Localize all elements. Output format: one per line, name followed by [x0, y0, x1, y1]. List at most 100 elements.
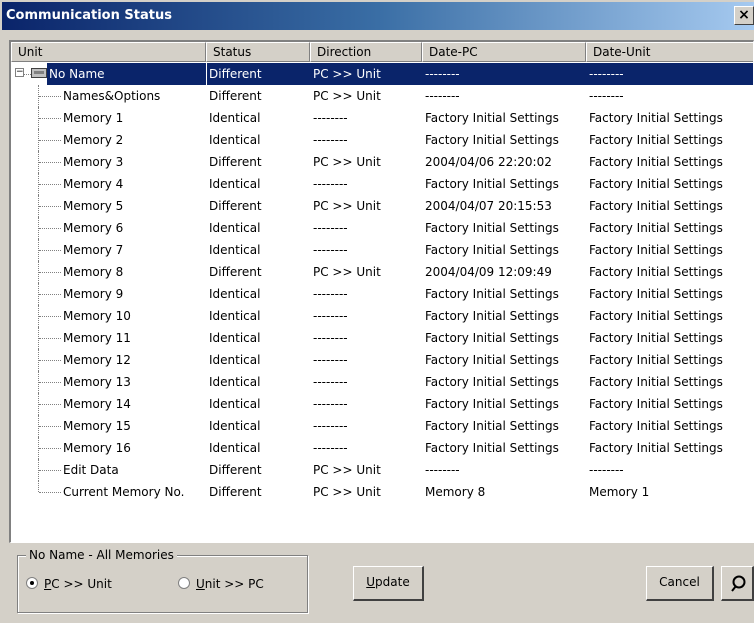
table-row[interactable]: Memory 1 Identical -------- Factory Initial… [11, 107, 753, 129]
cell-date-pc: 2004/04/07 20:15:53 [425, 199, 552, 213]
table-row[interactable]: Memory 5 Different PC >> Unit 2004/04/07 20… [11, 195, 753, 217]
help-pointer-icon [731, 575, 746, 592]
tree-connector [39, 448, 61, 449]
table-row[interactable]: Memory 4 Identical -------- Factory Initial… [11, 173, 753, 195]
update-button[interactable]: Update [353, 566, 424, 601]
table-row[interactable]: Edit Data Different PC >> Unit -------- ----… [11, 459, 753, 481]
cell-direction: -------- [313, 353, 348, 367]
column-header-unit[interactable]: Unit [11, 42, 206, 62]
table-row[interactable]: Memory 10 Identical -------- Factory Initia… [11, 305, 753, 327]
cell-status: Identical [209, 111, 261, 125]
table-row[interactable]: Memory 11 Identical -------- Factory Initia… [11, 327, 753, 349]
cell-status: Different [209, 265, 262, 279]
table-row[interactable]: − No Name Different PC >> Unit -------- -----… [11, 63, 753, 85]
cell-date-unit: Factory Initial Settings [589, 331, 723, 345]
cell-direction: -------- [313, 243, 348, 257]
tree-connector [39, 492, 61, 493]
table-row[interactable]: Memory 16 Identical -------- Factory Initia… [11, 437, 753, 459]
cell-date-unit: Factory Initial Settings [589, 155, 723, 169]
tree-connector [39, 184, 61, 185]
cell-status: Different [209, 89, 262, 103]
table-row[interactable]: Memory 8 Different PC >> Unit 2004/04/09 12… [11, 261, 753, 283]
table-row[interactable]: Current Memory No. Different PC >> Unit Mem… [11, 481, 753, 503]
cell-date-pc: Factory Initial Settings [425, 375, 559, 389]
cell-unit: Memory 14 [63, 397, 131, 411]
cell-date-unit: Factory Initial Settings [589, 199, 723, 213]
cell-date-pc: Factory Initial Settings [425, 419, 559, 433]
cell-direction: PC >> Unit [313, 199, 381, 213]
tree-connector [39, 338, 61, 339]
cell-unit: No Name [47, 63, 206, 85]
cell-direction: -------- [313, 375, 348, 389]
column-header-status[interactable]: Status [206, 42, 310, 62]
table-row[interactable]: Memory 9 Identical -------- Factory Initial… [11, 283, 753, 305]
radio-dot-unchecked[interactable] [178, 577, 190, 589]
tree-connector [39, 382, 61, 383]
cell-date-pc: 2004/04/09 12:09:49 [425, 265, 552, 279]
cell-date-pc: Factory Initial Settings [425, 177, 559, 191]
title-bar: Communication Status × [2, 2, 754, 30]
cell-unit: Memory 12 [63, 353, 131, 367]
cell-status: Different [209, 485, 262, 499]
group-label: No Name - All Memories [26, 548, 177, 562]
cell-direction: PC >> Unit [313, 485, 381, 499]
cell-date-unit: Factory Initial Settings [589, 441, 723, 455]
tree-connector [39, 118, 61, 119]
tree-connector [39, 470, 61, 471]
cell-status: Identical [209, 397, 261, 411]
tree-connector [39, 316, 61, 317]
cell-direction: -------- [313, 133, 348, 147]
cell-unit: Memory 5 [63, 199, 124, 213]
cell-status: Different [209, 199, 262, 213]
unit-device-icon [31, 68, 47, 78]
column-header-date-unit[interactable]: Date-Unit [586, 42, 753, 62]
cell-date-unit: Factory Initial Settings [589, 397, 723, 411]
cell-date-pc: Factory Initial Settings [425, 133, 559, 147]
radio-dot-checked[interactable] [26, 577, 38, 589]
cell-status: Identical [209, 133, 261, 147]
cell-date-pc: -------- [425, 463, 460, 477]
cancel-button[interactable]: Cancel [646, 566, 714, 601]
column-header-date-pc[interactable]: Date-PC [422, 42, 586, 62]
table-row[interactable]: Memory 7 Identical -------- Factory Initial… [11, 239, 753, 261]
table-row[interactable]: Memory 15 Identical -------- Factory Initia… [11, 415, 753, 437]
cell-unit: Memory 13 [63, 375, 131, 389]
cell-direction: -------- [313, 221, 348, 235]
transfer-direction-group: No Name - All Memories PC >> Unit Unit >… [17, 548, 308, 613]
cell-unit: Memory 7 [63, 243, 124, 257]
radio-pc-to-unit-label: PC >> Unit [44, 577, 112, 591]
cell-date-pc: Factory Initial Settings [425, 441, 559, 455]
column-header-direction[interactable]: Direction [310, 42, 422, 62]
table-row[interactable]: Memory 13 Identical -------- Factory Initia… [11, 371, 753, 393]
tree-connector [39, 96, 61, 97]
cell-status: Identical [209, 221, 261, 235]
cell-status: Identical [209, 309, 261, 323]
cell-date-pc: -------- [425, 89, 460, 103]
tree-connector [39, 250, 61, 251]
cell-date-pc: Factory Initial Settings [425, 353, 559, 367]
cell-direction: -------- [313, 397, 348, 411]
cell-status: Different [209, 155, 262, 169]
cell-unit: Memory 8 [63, 265, 124, 279]
table-row[interactable]: Memory 2 Identical -------- Factory Initial… [11, 129, 753, 151]
cell-direction: PC >> Unit [313, 463, 381, 477]
cell-status: Identical [209, 243, 261, 257]
table-row[interactable]: Memory 12 Identical -------- Factory Initia… [11, 349, 753, 371]
cell-status: Identical [209, 331, 261, 345]
cell-direction: PC >> Unit [313, 155, 381, 169]
help-button[interactable] [721, 566, 754, 601]
table-row[interactable]: Memory 3 Different PC >> Unit 2004/04/06 22… [11, 151, 753, 173]
table-row[interactable]: Memory 14 Identical -------- Factory Initia… [11, 393, 753, 415]
cell-date-unit: Factory Initial Settings [589, 111, 723, 125]
tree-connector [39, 206, 61, 207]
table-row[interactable]: Names&Options Different PC >> Unit --------… [11, 85, 753, 107]
cell-status: Identical [209, 287, 261, 301]
minus-box-icon[interactable]: − [15, 68, 24, 77]
cell-direction: -------- [313, 331, 348, 345]
cell-direction: PC >> Unit [313, 89, 381, 103]
status-list[interactable]: Unit Status Direction Date-PC Date-Unit − No … [9, 40, 754, 543]
cell-unit: Names&Options [63, 89, 161, 103]
table-row[interactable]: Memory 6 Identical -------- Factory Initial… [11, 217, 753, 239]
close-button[interactable]: × [734, 6, 754, 25]
cell-unit: Current Memory No. [63, 485, 185, 499]
